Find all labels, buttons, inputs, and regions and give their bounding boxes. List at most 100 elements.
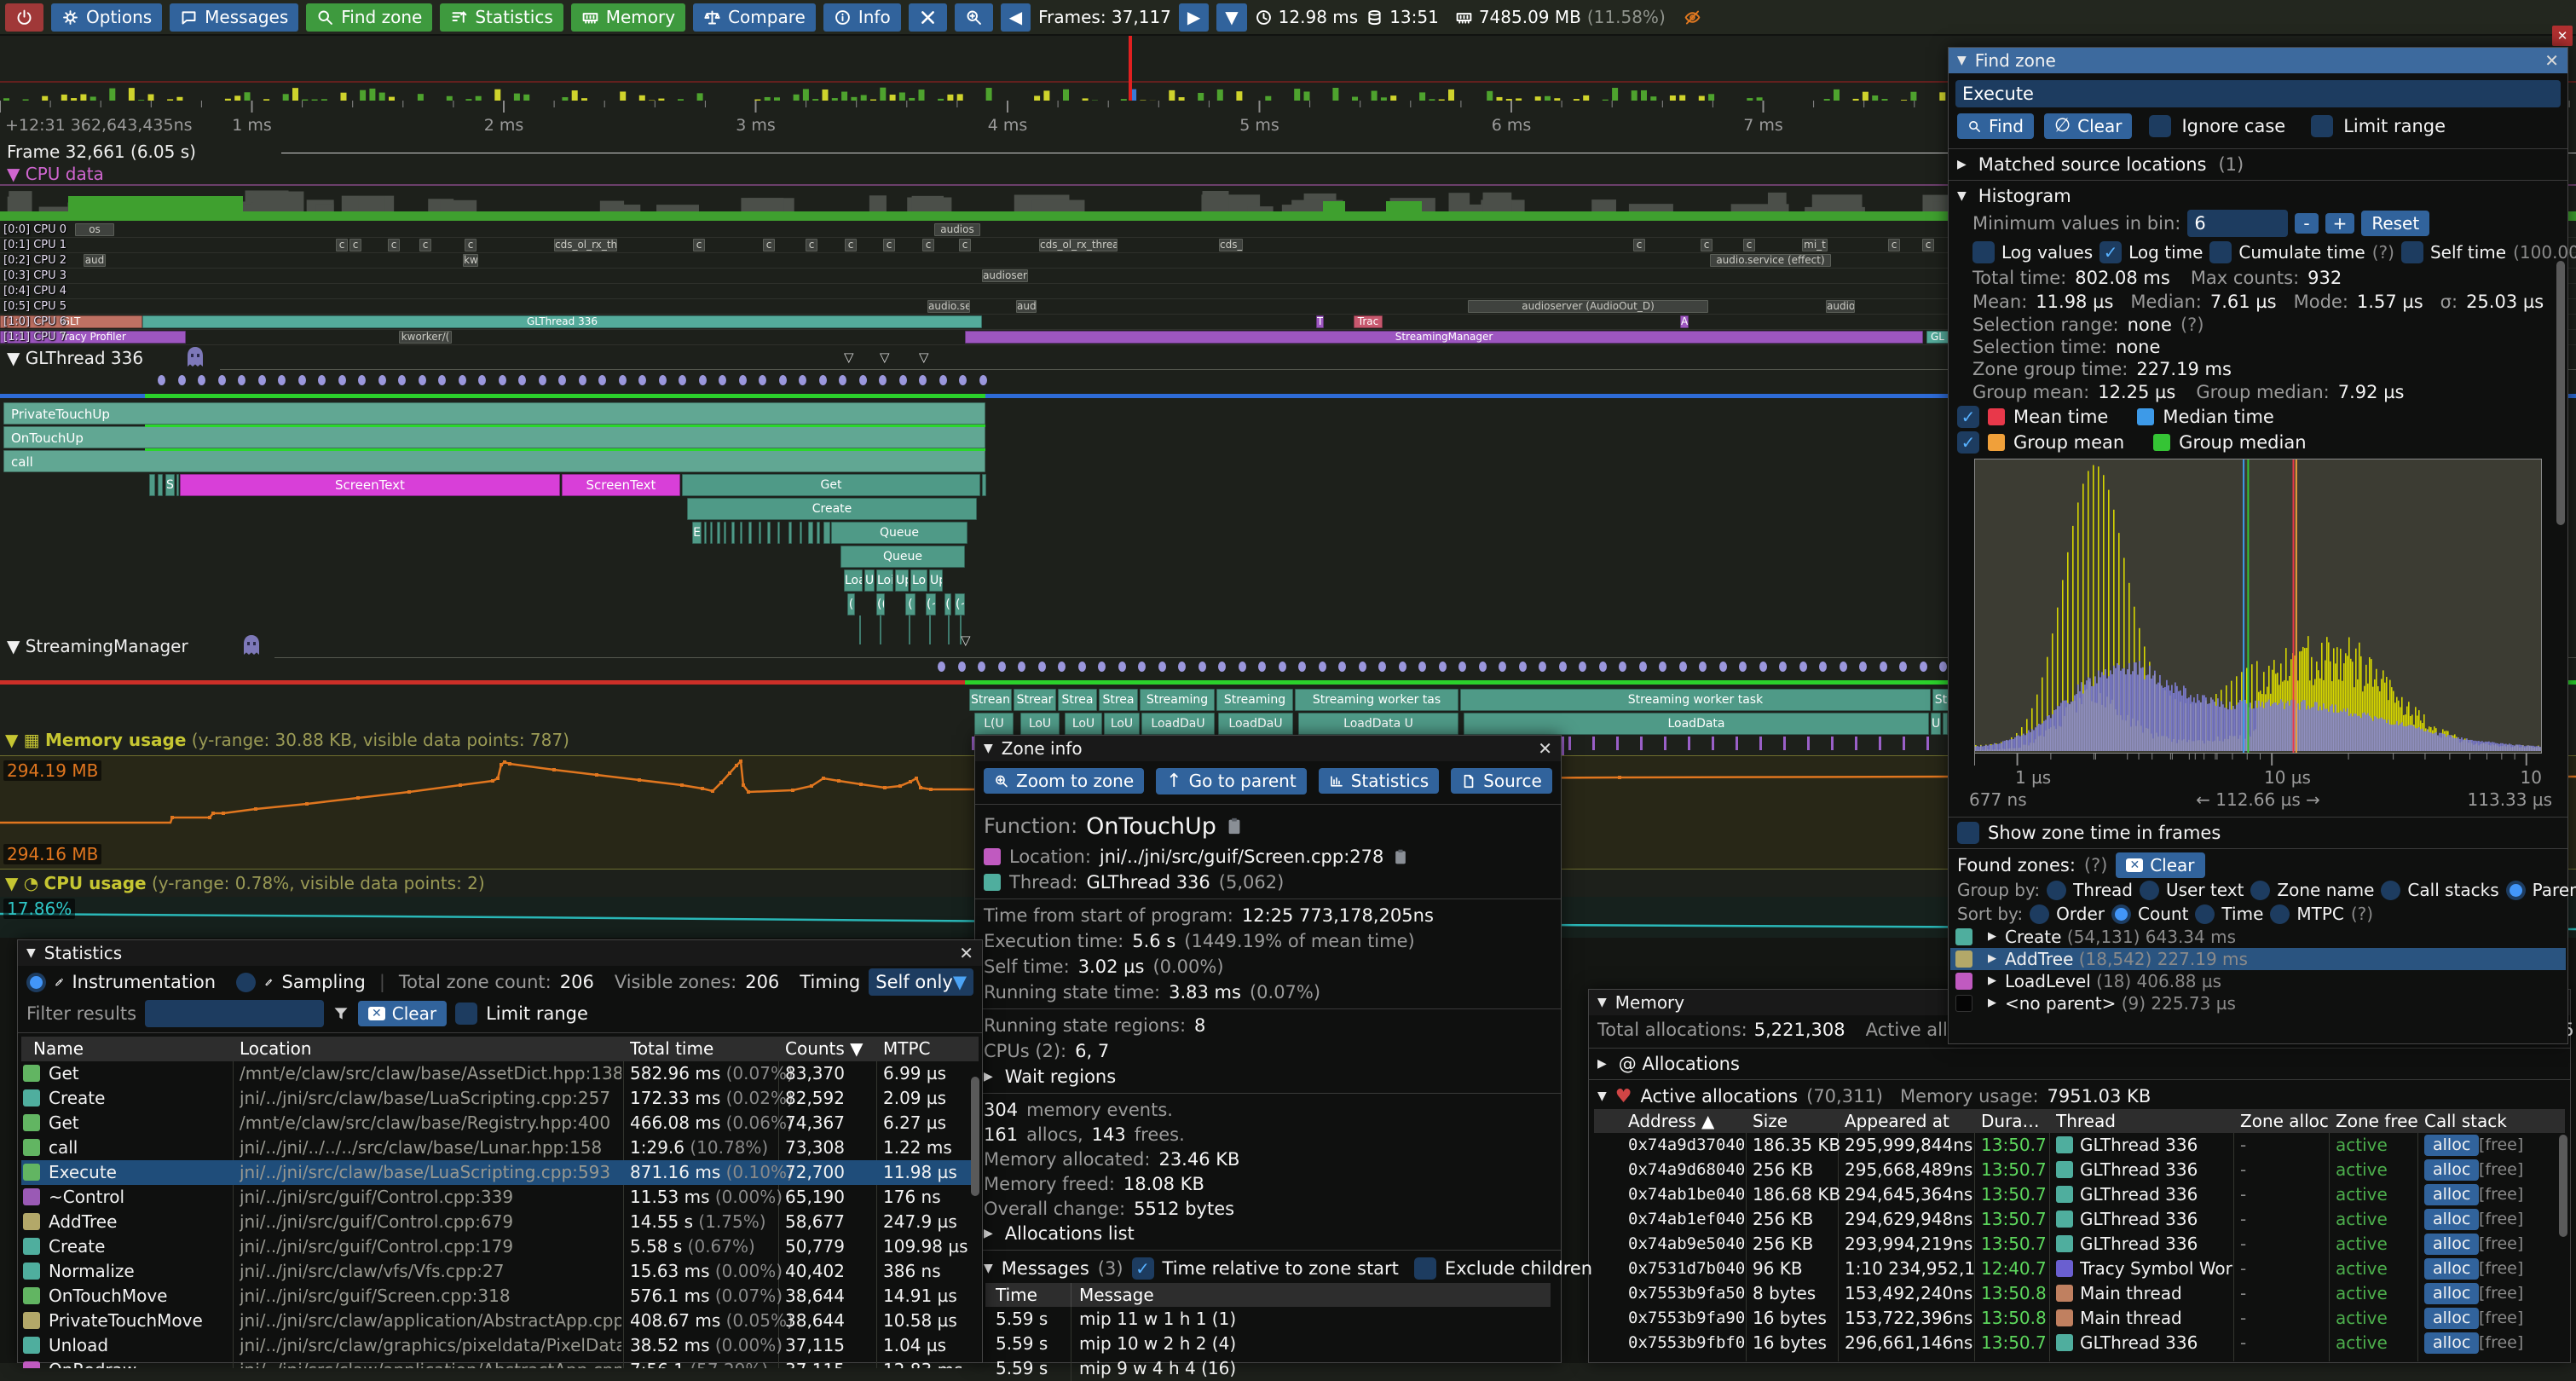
- zone-dot[interactable]: [1258, 662, 1266, 672]
- timeline-zone[interactable]: ScreenText: [562, 474, 680, 496]
- group-by-radio-zone-name[interactable]: [2250, 881, 2270, 900]
- clear-found-button[interactable]: ✕Clear: [2116, 852, 2204, 878]
- expand-icon[interactable]: ▶: [1957, 158, 1967, 171]
- sort-by-radio-mtpc[interactable]: [2270, 904, 2290, 924]
- timeline-zone[interactable]: (~: [955, 593, 965, 615]
- timeline-zone[interactable]: Queue: [831, 522, 967, 544]
- group-mean-checkbox[interactable]: ✓: [1957, 431, 1979, 454]
- cumulate-checkbox[interactable]: [2209, 241, 2232, 263]
- group-by-option[interactable]: Call stacks: [2407, 880, 2498, 900]
- timeline-zone[interactable]: [777, 522, 780, 544]
- collapse-icon[interactable]: ▼: [984, 742, 993, 755]
- zone-dot[interactable]: [1519, 662, 1527, 672]
- zone-dot[interactable]: [1939, 662, 1947, 672]
- funnel-icon[interactable]: [332, 1005, 349, 1022]
- zone-dot[interactable]: [1098, 662, 1106, 672]
- timeline-zone[interactable]: PrivateTouchUp: [3, 402, 985, 425]
- timeline-zone[interactable]: LoU: [1065, 713, 1102, 735]
- clear-button[interactable]: ✕Clear: [358, 1001, 447, 1026]
- timeline-zone[interactable]: [149, 474, 155, 496]
- collapse-icon[interactable]: ▼: [1957, 189, 1967, 203]
- zone-dot[interactable]: [919, 375, 927, 385]
- zone-dot[interactable]: [1639, 662, 1647, 672]
- timeline-zone[interactable]: Streaming worker tas: [1295, 689, 1458, 711]
- timeline-zone[interactable]: audioserver (AudioOut_D): [1468, 300, 1708, 313]
- zone-dot[interactable]: [899, 375, 907, 385]
- message-tick[interactable]: [1879, 737, 1881, 750]
- column-header[interactable]: MTPC: [883, 1037, 931, 1061]
- zone-dot[interactable]: [1378, 662, 1386, 672]
- column-header[interactable]: Appeared at: [1845, 1109, 1949, 1134]
- group-by-radio-thread[interactable]: [2047, 881, 2066, 900]
- message-tick[interactable]: [1736, 737, 1738, 750]
- message-tick[interactable]: [1616, 737, 1619, 750]
- plus-button[interactable]: +: [2325, 213, 2355, 234]
- zone-dot[interactable]: [1799, 662, 1807, 672]
- zone-dot[interactable]: [1319, 662, 1326, 672]
- zone-dot[interactable]: [358, 375, 366, 385]
- zone-dot[interactable]: [1599, 662, 1607, 672]
- timeline-zone[interactable]: aud: [1016, 300, 1037, 313]
- zone-dot[interactable]: [1759, 662, 1767, 672]
- zone-dot[interactable]: [1399, 662, 1406, 672]
- timeline-zone[interactable]: Streaming: [1140, 689, 1215, 711]
- zone-dot[interactable]: [959, 375, 967, 385]
- timeline-zone[interactable]: Strea: [1058, 689, 1097, 711]
- timeline-zone[interactable]: [759, 522, 761, 544]
- memory-usage-header[interactable]: ▼ ▦ Memory usage (y-range: 30.88 KB, vis…: [5, 730, 569, 750]
- timeline-zone[interactable]: kw: [463, 254, 478, 267]
- table-row[interactable]: 0x74ab1be040186.68 KB294,645,364ns13:50.…: [1594, 1182, 2565, 1207]
- timeline-zone[interactable]: os: [75, 223, 114, 236]
- timeline-zone[interactable]: audios: [934, 223, 980, 236]
- zone-dot[interactable]: [1338, 662, 1346, 672]
- close-icon[interactable]: ✕: [1538, 738, 1552, 759]
- zone-dot[interactable]: [258, 375, 266, 385]
- zone-statistics-button[interactable]: Statistics: [1319, 768, 1439, 794]
- alloc-callstack-button[interactable]: alloc: [2424, 1135, 2479, 1156]
- zone-dot[interactable]: [1198, 662, 1206, 672]
- timeline-zone[interactable]: St: [1932, 689, 1949, 711]
- zone-dot[interactable]: [518, 375, 526, 385]
- zone-dot[interactable]: [958, 662, 966, 672]
- table-row[interactable]: Normalizejni/../jni/src/claw/vfs/Vfs.cpp…: [21, 1259, 979, 1284]
- help-icon[interactable]: (?): [2180, 315, 2204, 335]
- column-header[interactable]: Zone free: [2336, 1109, 2418, 1134]
- zone-dot[interactable]: [619, 375, 627, 385]
- timeline-zone[interactable]: c: [1743, 239, 1755, 251]
- zone-dot[interactable]: [579, 375, 586, 385]
- sort-by-radio-order[interactable]: [2030, 904, 2049, 924]
- clipboard-icon[interactable]: [1392, 848, 1409, 865]
- timeline-zone[interactable]: LoadDaU: [1218, 713, 1293, 735]
- table-row[interactable]: 0x7531d7b04096 KB1:10 234,952,16112:40.7…: [1594, 1257, 2565, 1281]
- timeline-zone[interactable]: Trac: [1354, 315, 1383, 328]
- zone-dot[interactable]: [499, 375, 506, 385]
- table-row[interactable]: calljni/../jni/../../../src/claw/base/Lu…: [21, 1135, 979, 1160]
- stats-scrollbar[interactable]: [971, 1077, 979, 1196]
- column-header[interactable]: Counts ▼: [785, 1037, 863, 1061]
- search-input[interactable]: Execute: [1955, 80, 2561, 107]
- timeline-zone[interactable]: c: [763, 239, 775, 251]
- timeline-zone[interactable]: [717, 522, 720, 544]
- zone-dot[interactable]: [1118, 662, 1126, 672]
- found-zone-row[interactable]: ▶LoadLevel (18) 406.88 µs: [1950, 970, 2566, 992]
- timeline-zone[interactable]: T: [1316, 315, 1324, 328]
- timeline-zone[interactable]: LoadDaU: [1141, 713, 1215, 735]
- limit-range-checkbox[interactable]: [2311, 115, 2333, 137]
- message-tick[interactable]: [1592, 737, 1595, 750]
- timeline-zone[interactable]: ((: [876, 593, 885, 615]
- log-values-checkbox[interactable]: [1972, 241, 1995, 263]
- find-zone-titlebar[interactable]: ▼ Find zone ✕: [1949, 48, 2567, 73]
- message-tick[interactable]: [1783, 737, 1786, 750]
- go-to-parent-button[interactable]: ↑Go to parent: [1156, 768, 1307, 795]
- table-row[interactable]: Get/mnt/e/claw/src/claw/base/Registry.hp…: [21, 1111, 979, 1135]
- statistics-titlebar[interactable]: ▼ Statistics ✕: [18, 940, 982, 966]
- alloc-callstack-button[interactable]: alloc: [2424, 1209, 2479, 1230]
- message-tick[interactable]: [1903, 737, 1905, 750]
- sort-by-option[interactable]: MTPC: [2296, 904, 2344, 924]
- timeline-zone[interactable]: L(U: [974, 713, 1014, 735]
- timeline-zone[interactable]: U: [1931, 713, 1941, 735]
- timeline-zone[interactable]: [982, 474, 986, 496]
- table-row[interactable]: AddTreejni/../jni/src/guif/Control.cpp:6…: [21, 1210, 979, 1234]
- zone-dot[interactable]: [419, 375, 426, 385]
- timeline-zone[interactable]: Lo: [910, 569, 927, 592]
